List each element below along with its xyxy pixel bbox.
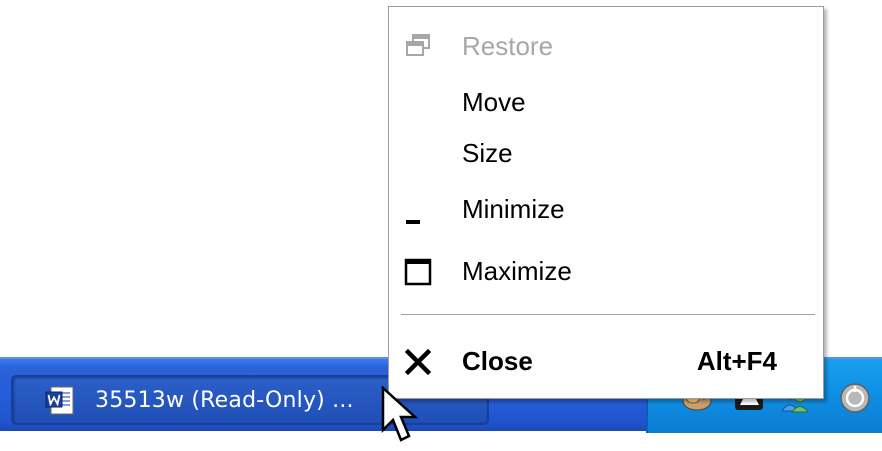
update-icon[interactable]	[838, 381, 872, 415]
menu-item-label: Move	[462, 87, 526, 117]
restore-icon	[406, 34, 430, 56]
taskbar-window-label: 35513w (Read-Only) ...	[95, 388, 354, 413]
menu-item-label: Maximize	[462, 256, 572, 286]
menu-item-close[interactable]: Close Alt+F4	[389, 335, 823, 387]
minimize-icon	[406, 220, 420, 224]
menu-item-label: Close	[462, 346, 533, 376]
menu-item-move[interactable]: Move	[389, 77, 823, 129]
maximize-icon	[404, 258, 432, 286]
mouse-pointer-icon	[381, 386, 419, 442]
window-system-menu: Restore Move Size Minimize Maximize Clos…	[388, 6, 824, 399]
word-document-icon	[45, 386, 74, 415]
menu-item-size[interactable]: Size	[389, 129, 823, 181]
menu-item-label: Size	[462, 138, 513, 168]
menu-item-label: Restore	[462, 31, 554, 61]
menu-item-maximize[interactable]: Maximize	[389, 245, 823, 297]
menu-item-shortcut: Alt+F4	[696, 346, 777, 376]
close-icon	[404, 348, 432, 376]
desktop: 35513w (Read-Only) ... Restore Move Size…	[0, 0, 882, 451]
menu-item-restore[interactable]: Restore	[389, 20, 823, 72]
menu-item-minimize[interactable]: Minimize	[389, 185, 823, 237]
menu-separator	[401, 314, 815, 316]
menu-item-label: Minimize	[462, 194, 565, 224]
